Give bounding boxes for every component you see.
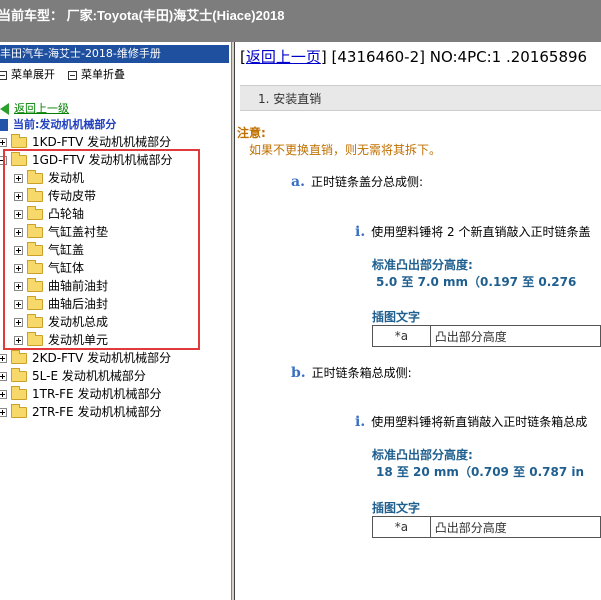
collapse-icon (68, 70, 77, 80)
book-icon (0, 119, 8, 131)
folder-icon (11, 134, 27, 148)
section-a-item-letter: i. (355, 224, 366, 240)
section-b-std-value: 18 至 20 mm（0.709 至 0.787 in (376, 465, 585, 479)
tree-node-label[interactable]: 5L-E 发动机机械部分 (32, 369, 146, 383)
expand-all-button[interactable]: 菜单展开 (0, 66, 55, 82)
section-a-std-title: 标准凸出部分高度: (372, 258, 473, 272)
section-a-title: 正时链条盖分总成侧: (310, 175, 423, 189)
tree-node-label[interactable]: 1TR-FE 发动机机械部分 (32, 387, 161, 401)
tree-node-label[interactable]: 1KD-FTV 发动机机械部分 (32, 135, 171, 149)
highlight-box (3, 149, 200, 350)
section-b-item-letter: i. (355, 414, 366, 430)
caption-value: 凸出部分高度 (429, 325, 601, 347)
expand-toggle-icon[interactable] (0, 372, 7, 381)
back-up-link[interactable]: 返回上一级 (0, 100, 69, 116)
collapse-all-button[interactable]: 菜单折叠 (68, 66, 125, 82)
tree-node[interactable]: 5L-E 发动机机械部分 (0, 367, 146, 385)
section-a-caption-table: *a 凸出部分高度 (372, 325, 601, 347)
caption-value: 凸出部分高度 (429, 516, 601, 538)
note-text: 如果不更换直销，则无需将其拆下。 (249, 143, 442, 157)
section-b-item: i. 使用塑料锤将新直销敲入正时链条箱总成 (355, 413, 587, 430)
section-a-heading: a. 正时链条盖分总成侧: (291, 173, 423, 190)
expand-toggle-icon[interactable] (0, 390, 7, 399)
back-page-link[interactable]: 返回上一页 (246, 48, 321, 66)
content-header: [返回上一页] [4316460-2] NO:4PC:1 .20165896 (240, 48, 588, 66)
note-title: 注意: (237, 126, 266, 140)
section-b-caption-table: *a 凸出部分高度 (372, 516, 601, 538)
vehicle-title: 当前车型： 厂家:Toyota(丰田)海艾士(Hiace)2018 (0, 8, 285, 23)
section-b-item-text: 使用塑料锤将新直销敲入正时链条箱总成 (371, 415, 588, 429)
section-b-std-title: 标准凸出部分高度: (372, 448, 473, 462)
step-bar: 1. 安装直销 (240, 85, 601, 111)
section-b-caption-title: 插图文字 (372, 501, 421, 515)
tree-node-label[interactable]: 2TR-FE 发动机机械部分 (32, 405, 161, 419)
left-panel: 丰田汽车-海艾士-2018-维修手册 菜单展开 菜单折叠 返回上一级 当前:发动… (0, 42, 231, 600)
section-b-letter: b. (291, 365, 306, 381)
doc-id: [4316460-2] NO:4PC:1 .20165896 (331, 48, 588, 66)
step-title: 1. 安装直销 (258, 92, 322, 106)
current-node: 当前:发动机机械部分 (0, 116, 116, 132)
section-a-item: i. 使用塑料锤将 2 个新直销敲入正时链条盖 (355, 223, 590, 240)
folder-icon (11, 386, 27, 400)
section-a-std-value: 5.0 至 7.0 mm（0.197 至 0.276 (376, 275, 577, 289)
section-b-title: 正时链条箱总成侧: (311, 366, 412, 380)
tree-node-label[interactable]: 2KD-FTV 发动机机械部分 (32, 351, 171, 365)
folder-icon (11, 350, 27, 364)
manual-title: 丰田汽车-海艾士-2018-维修手册 (0, 47, 161, 60)
tree-node[interactable]: 2KD-FTV 发动机机械部分 (0, 349, 171, 367)
content-panel: [返回上一页] [4316460-2] NO:4PC:1 .20165896 1… (235, 42, 601, 600)
folder-icon (11, 368, 27, 382)
expand-toggle-icon[interactable] (0, 354, 7, 363)
manual-title-bar: 丰田汽车-海艾士-2018-维修手册 (0, 45, 229, 63)
expand-icon (0, 70, 7, 80)
top-bar: 当前车型： 厂家:Toyota(丰田)海艾士(Hiace)2018 (0, 0, 601, 42)
expand-toggle-icon[interactable] (0, 408, 7, 417)
section-a-caption-title: 插图文字 (372, 310, 421, 324)
section-b-heading: b. 正时链条箱总成侧: (291, 364, 412, 381)
tree-node[interactable]: 1TR-FE 发动机机械部分 (0, 385, 161, 403)
section-a-item-text: 使用塑料锤将 2 个新直销敲入正时链条盖 (371, 225, 591, 239)
folder-icon (11, 404, 27, 418)
table-row: *a 凸出部分高度 (372, 516, 601, 538)
caption-key: *a (372, 325, 431, 347)
table-row: *a 凸出部分高度 (372, 325, 601, 347)
tree-node[interactable]: 2TR-FE 发动机机械部分 (0, 403, 161, 421)
back-arrow-icon (0, 103, 9, 115)
caption-key: *a (372, 516, 431, 538)
back-up-label[interactable]: 返回上一级 (14, 102, 69, 115)
expand-toggle-icon[interactable] (0, 138, 7, 147)
section-a-letter: a. (291, 174, 305, 190)
